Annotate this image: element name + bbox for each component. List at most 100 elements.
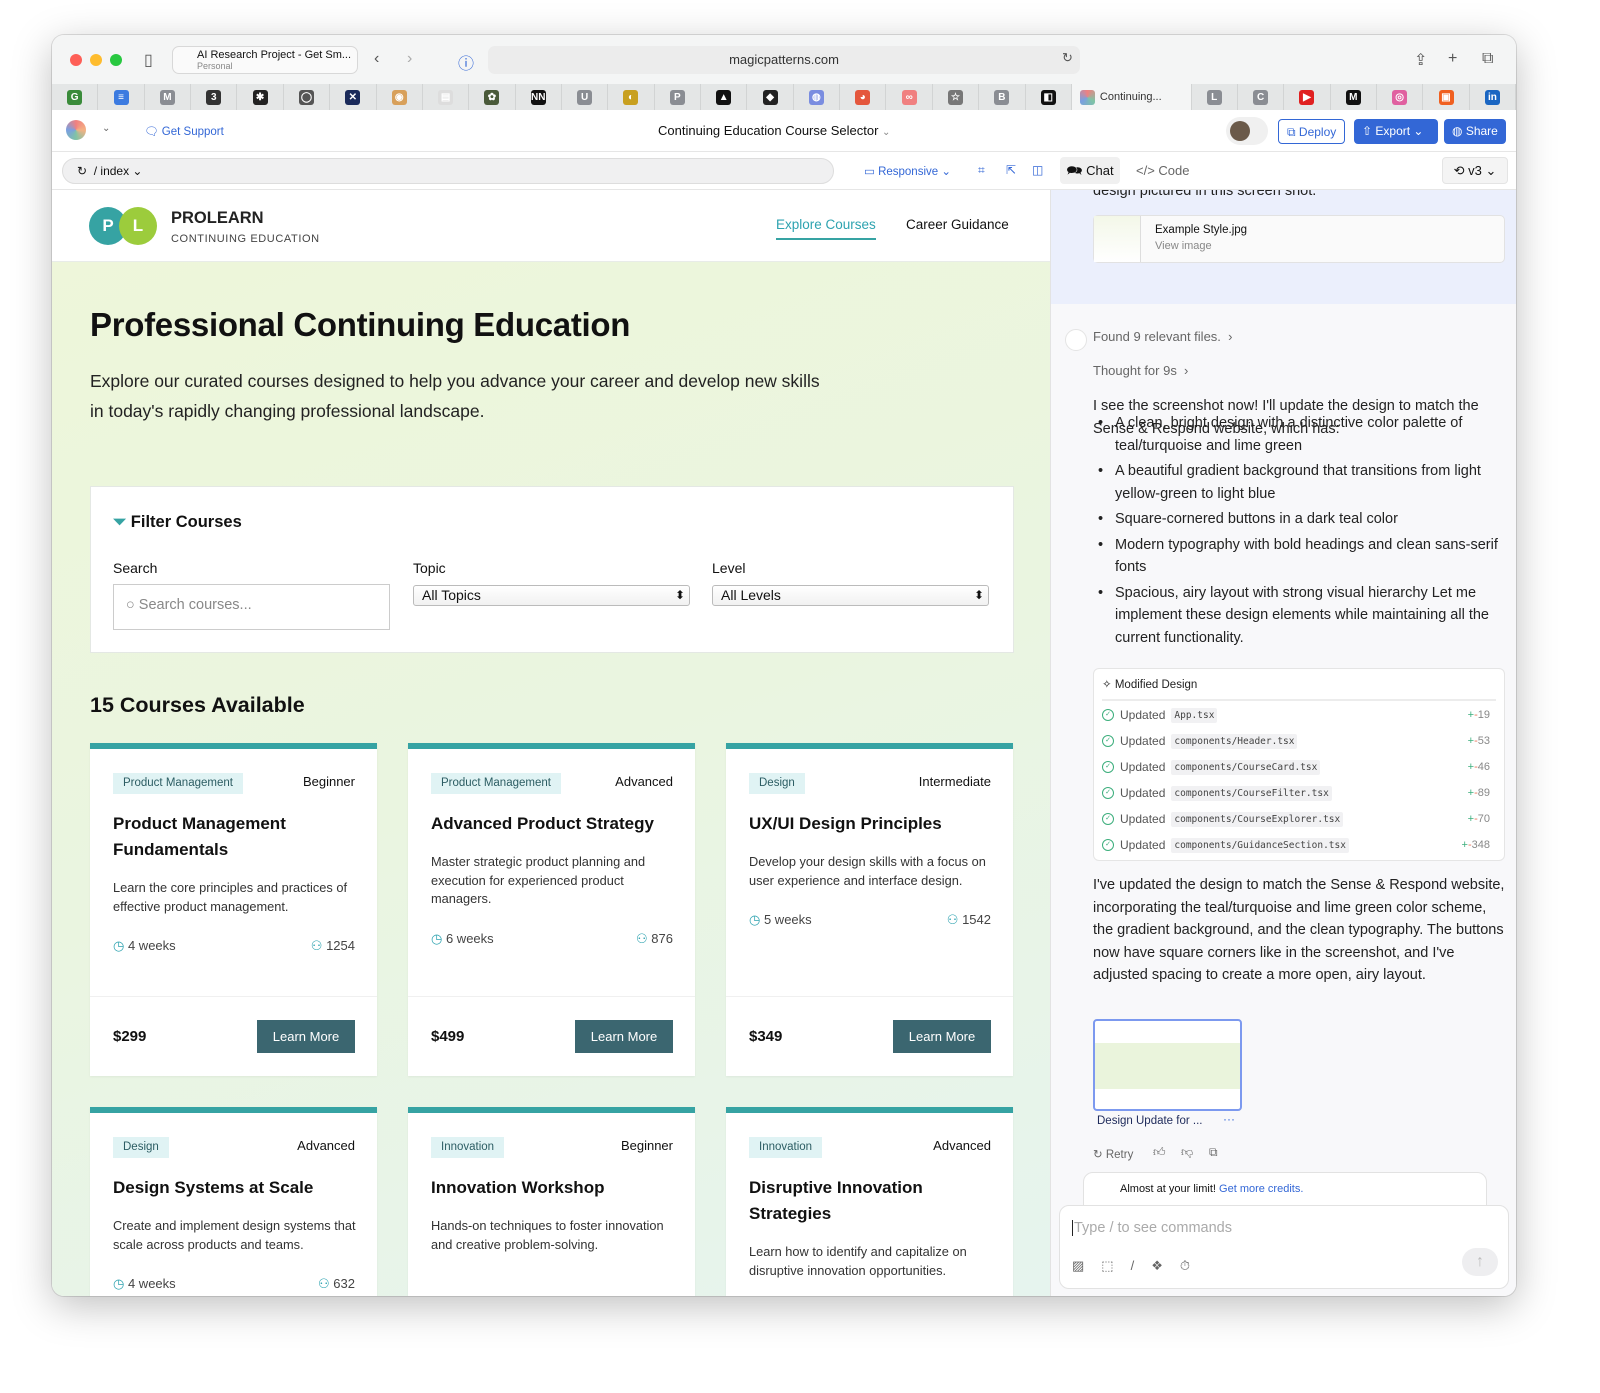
deploy-button[interactable]: ⧉ Deploy	[1278, 119, 1346, 144]
level-select[interactable]: All Levels	[712, 585, 989, 606]
bookmark-tab[interactable]: U	[562, 84, 609, 110]
app-logo[interactable]	[66, 120, 86, 140]
slash-command-icon[interactable]: /	[1131, 1258, 1135, 1274]
tab-bar: G ≡ M 3 ✱ ◯ ✕ ◉ ▤ ✿ NN U ◐ P ▲ ◆ ◍ ◕ ∞ ☆ B ◧ Continuing... L C ▶ M…	[52, 84, 1516, 110]
course-card: Innovation Advanced Disruptive Innovatio…	[726, 1107, 1013, 1296]
bookmark-tab[interactable]: ☆	[933, 84, 980, 110]
updated-file-row[interactable]: ✓ Updated components/CourseCard.tsx +-46	[1102, 757, 1490, 777]
chevron-down-icon[interactable]: ⌄	[102, 123, 110, 134]
image-upload-icon[interactable]: ▨	[1072, 1258, 1084, 1274]
share-button[interactable]: ◍ Share	[1444, 119, 1506, 144]
bookmark-tab[interactable]: ✕	[330, 84, 377, 110]
minimize-window-button[interactable]	[90, 54, 102, 66]
attachment-card[interactable]: Example Style.jpg View image	[1093, 215, 1505, 263]
file-path: components/CourseExplorer.tsx	[1171, 811, 1344, 827]
bookmark-tab[interactable]: M	[1331, 84, 1377, 110]
bookmark-tab[interactable]: in	[1470, 84, 1516, 110]
components-icon[interactable]: ❖	[1151, 1258, 1163, 1274]
updated-file-row[interactable]: ✓ Updated components/GuidanceSection.tsx +-…	[1102, 835, 1490, 855]
tab-chat[interactable]: 🗪 Chat	[1060, 157, 1120, 184]
learn-more-button[interactable]: Learn More	[575, 1020, 673, 1053]
new-tab-icon[interactable]: +	[1448, 50, 1457, 68]
bookmark-tab[interactable]: ▣	[1423, 84, 1470, 110]
route-selector[interactable]: ↻ / index ⌄	[62, 158, 834, 184]
bookmark-tab[interactable]: ◉	[377, 84, 423, 110]
close-window-button[interactable]	[70, 54, 82, 66]
bookmark-tab[interactable]: NN	[516, 84, 562, 110]
copy-icon[interactable]: ⧉	[1209, 1145, 1218, 1160]
bookmark-tab[interactable]: ▶	[1284, 84, 1331, 110]
bookmark-tab[interactable]: 3	[191, 84, 238, 110]
tab-overview-icon[interactable]: ⧉	[1482, 50, 1493, 68]
tab-favicon-icon: ◯	[298, 89, 314, 105]
forward-icon[interactable]: ›	[407, 50, 412, 68]
bookmark-tab[interactable]: ✱	[237, 84, 284, 110]
change-count: 89	[1477, 787, 1490, 799]
brand-subtitle: CONTINUING EDUCATION	[171, 233, 320, 245]
bookmark-tab[interactable]: P	[655, 84, 702, 110]
reload-icon[interactable]: ↻	[1062, 50, 1073, 66]
select-element-icon[interactable]: ⬚	[1101, 1258, 1113, 1274]
search-input[interactable]: ○ Search courses...	[113, 584, 390, 630]
timer-icon[interactable]: ⏱	[1180, 1258, 1190, 1274]
get-support-link[interactable]: 🗨 Get Support	[144, 124, 224, 138]
avatar-menu[interactable]	[1226, 117, 1268, 145]
bookmark-tab[interactable]: L	[1192, 84, 1238, 110]
tab-code[interactable]: </> Code	[1136, 163, 1190, 178]
more-options-icon[interactable]: ···	[1223, 1112, 1235, 1126]
send-button[interactable]: ↑	[1462, 1248, 1498, 1276]
bookmark-tab[interactable]: ◧	[1026, 84, 1072, 110]
share-icon[interactable]: ⇪	[1414, 50, 1427, 70]
updated-file-row[interactable]: ✓ Updated components/CourseExplorer.tsx +-7…	[1102, 809, 1490, 829]
figma-icon[interactable]: ⌗	[978, 163, 985, 178]
nav-explore-courses[interactable]: Explore Courses	[776, 217, 876, 240]
modified-design-card[interactable]: ✧ Modified Design ✓ Updated App.tsx +-19 ✓ Up…	[1093, 668, 1505, 861]
design-preview-thumbnail[interactable]	[1093, 1019, 1242, 1111]
back-icon[interactable]: ‹	[374, 50, 379, 68]
thumbs-down-icon[interactable]: 👎︎	[1181, 1145, 1193, 1160]
bookmark-tab[interactable]: ◯	[284, 84, 331, 110]
responsive-dropdown[interactable]: ▭ Responsive ⌄	[864, 164, 951, 178]
bookmark-tab[interactable]: ∞	[886, 84, 933, 110]
address-bar[interactable]: magicpatterns.com	[488, 46, 1080, 74]
topic-select[interactable]: All Topics	[413, 585, 690, 606]
bookmark-tab[interactable]: M	[145, 84, 192, 110]
sidebar-toggle-icon[interactable]: ▯	[144, 50, 153, 70]
bookmark-tab[interactable]: ✿	[469, 84, 516, 110]
nav-career-guidance[interactable]: Career Guidance	[906, 217, 1009, 232]
bookmark-tab[interactable]: ◕	[840, 84, 887, 110]
retry-button[interactable]: ↻ Retry	[1093, 1147, 1133, 1161]
version-dropdown[interactable]: ⟲ v3 ⌄	[1442, 157, 1508, 184]
bookmark-tab[interactable]: B	[979, 84, 1026, 110]
bookmark-tab[interactable]: ◐	[608, 84, 655, 110]
learn-more-button[interactable]: Learn More	[893, 1020, 991, 1053]
updated-file-row[interactable]: ✓ Updated App.tsx +-19	[1102, 705, 1490, 725]
get-credits-link[interactable]: Get more credits.	[1219, 1183, 1303, 1195]
updated-file-row[interactable]: ✓ Updated components/Header.tsx +-53	[1102, 731, 1490, 751]
bookmark-tab[interactable]: ≡	[98, 84, 145, 110]
thought-toggle[interactable]: Thought for 9s ›	[1093, 363, 1188, 378]
thumbs-up-icon[interactable]: 👍︎	[1153, 1145, 1166, 1160]
password-manager-icon[interactable]: ⓘ	[458, 50, 474, 74]
open-external-icon[interactable]: ⇱	[1006, 163, 1016, 177]
active-tab[interactable]: Continuing...	[1071, 84, 1192, 110]
found-files-toggle[interactable]: Found 9 relevant files. ›	[1093, 329, 1232, 344]
view-image-link[interactable]: View image	[1155, 240, 1212, 252]
updated-file-row[interactable]: ✓ Updated components/CourseFilter.tsx +-89	[1102, 783, 1490, 803]
learn-more-button[interactable]: Learn More	[257, 1020, 355, 1053]
bookmark-tab[interactable]: ◎	[1377, 84, 1424, 110]
bookmark-tab[interactable]: ▤	[423, 84, 470, 110]
profile-selector[interactable]: AI Research Project - Get Sm... Personal	[172, 46, 358, 74]
project-title-dropdown[interactable]: Continuing Education Course Selector ⌄	[658, 123, 890, 138]
bookmark-tab[interactable]: ◆	[747, 84, 794, 110]
export-button[interactable]: ⇧ Export ⌄	[1354, 119, 1438, 144]
user-message-text: design pictured in this screen shot.	[1093, 190, 1317, 199]
zoom-window-button[interactable]	[110, 54, 122, 66]
student-count: 876	[651, 930, 673, 946]
bookmark-tab[interactable]: ▲	[701, 84, 748, 110]
bookmark-tab[interactable]: C	[1238, 84, 1285, 110]
chat-input[interactable]: Type / to see commands ▨ ⬚ / ❖ ⏱ ↑	[1059, 1205, 1509, 1289]
split-view-icon[interactable]: ◫	[1032, 163, 1043, 177]
bookmark-tab[interactable]: G	[52, 84, 99, 110]
bookmark-tab[interactable]: ◍	[794, 84, 841, 110]
